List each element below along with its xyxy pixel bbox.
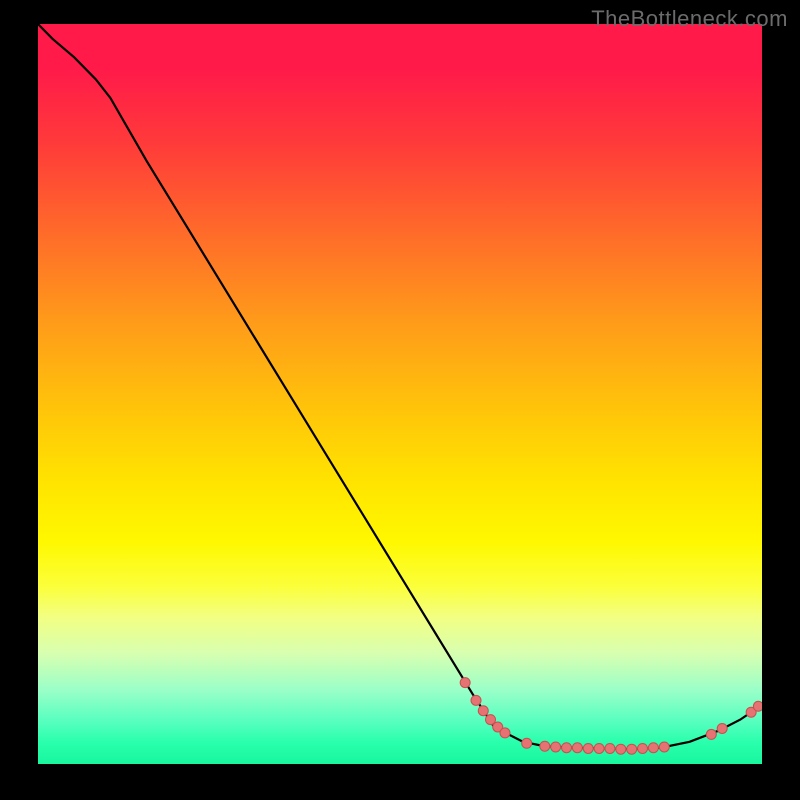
chart-marker: [605, 743, 615, 753]
chart-marker: [627, 744, 637, 754]
chart-marker: [522, 738, 532, 748]
chart-plot-area: [38, 24, 762, 764]
chart-curve: [38, 24, 762, 749]
chart-marker: [540, 741, 550, 751]
chart-marker: [471, 695, 481, 705]
chart-marker: [706, 729, 716, 739]
chart-marker: [753, 701, 762, 711]
chart-marker: [616, 744, 626, 754]
chart-marker: [478, 706, 488, 716]
watermark-text: TheBottleneck.com: [591, 6, 788, 32]
chart-marker: [638, 743, 648, 753]
chart-marker: [717, 723, 727, 733]
chart-marker: [572, 743, 582, 753]
chart-marker: [551, 742, 561, 752]
chart-marker: [562, 743, 572, 753]
chart-marker: [659, 742, 669, 752]
chart-marker: [460, 678, 470, 688]
chart-markers: [460, 678, 762, 755]
chart-marker: [648, 743, 658, 753]
chart-marker: [594, 743, 604, 753]
chart-marker: [583, 743, 593, 753]
chart-marker: [500, 728, 510, 738]
chart-svg-overlay: [38, 24, 762, 764]
